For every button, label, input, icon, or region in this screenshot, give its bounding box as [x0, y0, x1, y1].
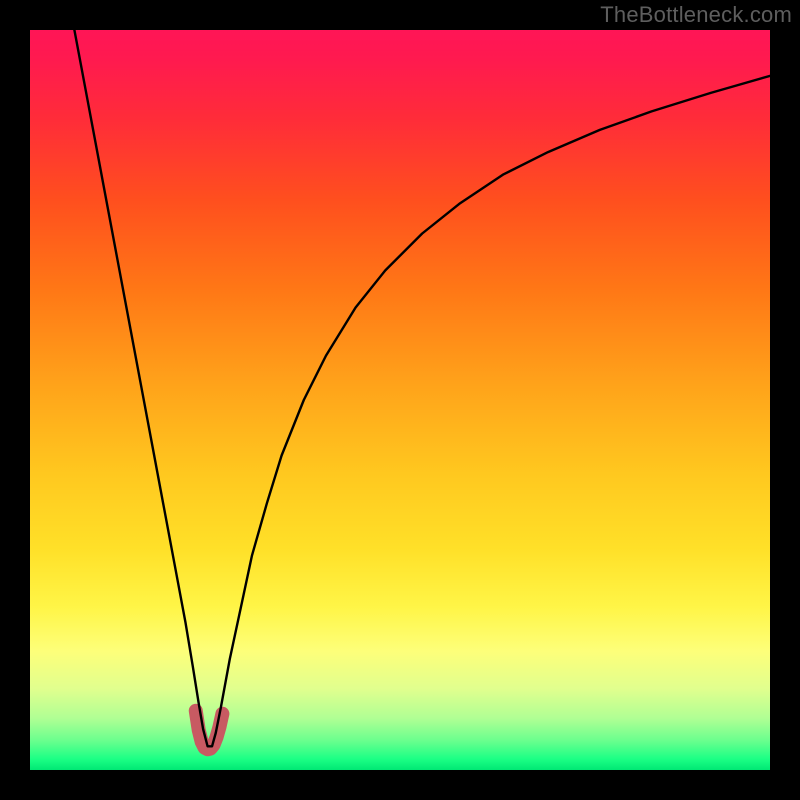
chart-frame: TheBottleneck.com — [0, 0, 800, 800]
watermark-text: TheBottleneck.com — [600, 2, 792, 28]
plot-area — [30, 30, 770, 770]
primary-curve — [74, 30, 770, 746]
chart-curves — [30, 30, 770, 770]
